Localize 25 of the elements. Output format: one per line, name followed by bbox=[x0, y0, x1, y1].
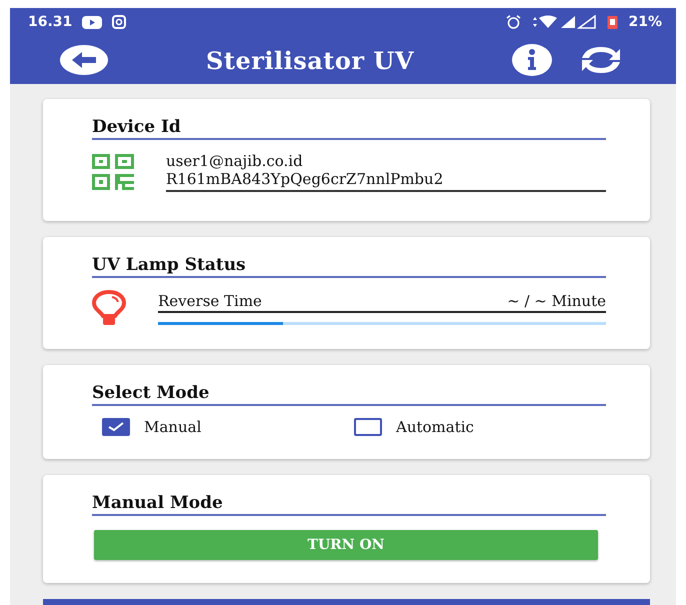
app-title: Sterilisator UV bbox=[205, 46, 415, 75]
battery-percent: 21% bbox=[628, 14, 662, 30]
check-icon bbox=[107, 422, 125, 432]
device-id-field[interactable]: R161mBA843YpQeg6crZ7nnlPmbu2 bbox=[166, 172, 606, 192]
battery-icon bbox=[607, 15, 618, 30]
card-title: UV Lamp Status bbox=[92, 255, 606, 278]
mode-checkbox[interactable] bbox=[354, 418, 382, 436]
qr-code-icon bbox=[92, 154, 134, 190]
reverse-time-label: Reverse Time bbox=[158, 292, 262, 310]
video-icon bbox=[82, 16, 102, 29]
card-title: Device Id bbox=[92, 117, 606, 140]
signal-drawing bbox=[531, 15, 598, 30]
mode-label: Manual bbox=[144, 418, 202, 436]
time-reading: ~ / ~ Minute bbox=[507, 292, 606, 310]
status-time: 16.31 bbox=[28, 14, 72, 30]
user-email: user1@najib.co.id bbox=[166, 152, 304, 170]
camera-icon bbox=[112, 15, 126, 30]
mode-label: Automatic bbox=[396, 418, 474, 436]
card-title: Manual Mode bbox=[92, 493, 606, 516]
mode-checkbox[interactable] bbox=[102, 418, 130, 436]
info-icon[interactable] bbox=[512, 44, 552, 76]
back-icon[interactable] bbox=[60, 45, 108, 76]
light-bulb-icon bbox=[92, 290, 126, 326]
card-title: Select Mode bbox=[92, 383, 606, 406]
alarm-icon bbox=[506, 15, 522, 30]
